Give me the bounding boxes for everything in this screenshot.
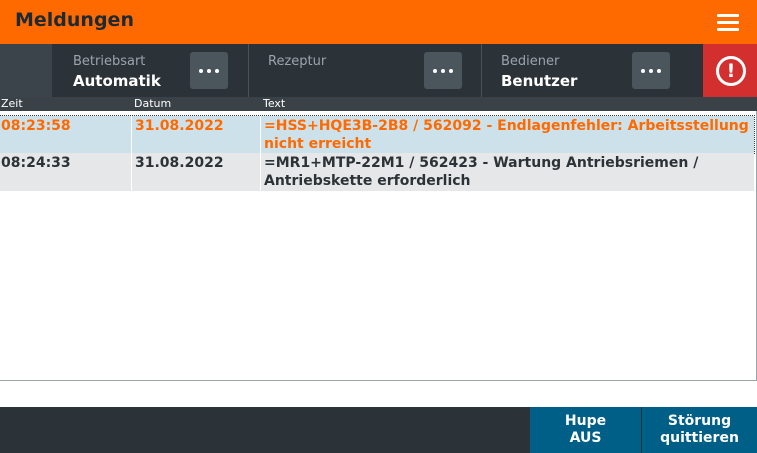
- bediener-more-button[interactable]: [632, 52, 670, 89]
- stoerung-quittieren-button[interactable]: Störung quittieren: [642, 407, 757, 453]
- cell-date: 31.08.2022: [131, 153, 260, 191]
- cell-text: =HSS+HQE3B-2B8 / 562092 - Endlagenfehler…: [260, 116, 754, 153]
- column-header-time: Zeit: [1, 97, 23, 110]
- bediener-section: Bediener Benutzer: [482, 44, 703, 97]
- cell-time: 08:24:33: [1, 155, 71, 171]
- table-header: Zeit Datum Text: [0, 97, 757, 111]
- table-row[interactable]: 08:24:33 31.08.2022 =MR1+MTP-22M1 / 5624…: [0, 153, 754, 191]
- rezeptur-section: Rezeptur: [249, 44, 481, 97]
- betriebsart-label: Betriebsart: [73, 54, 146, 69]
- title-bar: Meldungen: [0, 0, 757, 44]
- cell-date: 31.08.2022: [131, 116, 260, 153]
- column-header-text: Text: [263, 97, 286, 110]
- bottom-toolbar: Hupe AUS Störung quittieren: [0, 407, 757, 453]
- hamburger-icon[interactable]: [716, 12, 742, 32]
- stoerung-label-line1: Störung: [667, 413, 732, 429]
- page-title: Meldungen: [15, 9, 134, 31]
- column-header-date: Datum: [134, 97, 172, 110]
- cell-time: 08:23:58: [1, 118, 71, 134]
- bediener-label: Bediener: [501, 54, 560, 69]
- info-bar: Betriebsart Automatik Rezeptur Bediener …: [0, 44, 757, 97]
- betriebsart-value: Automatik: [73, 72, 161, 90]
- betriebsart-more-button[interactable]: [190, 52, 228, 89]
- stoerung-label-line2: quittieren: [660, 430, 739, 446]
- cell-text: =MR1+MTP-22M1 / 562423 - Wartung Antrieb…: [260, 153, 754, 191]
- table-row[interactable]: 08:23:58 31.08.2022 =HSS+HQE3B-2B8 / 562…: [0, 115, 755, 154]
- hupe-label-line2: AUS: [569, 430, 602, 446]
- bediener-value: Benutzer: [501, 72, 578, 90]
- alert-circle-icon: !: [716, 56, 746, 86]
- alarm-button[interactable]: !: [703, 44, 757, 97]
- rezeptur-label: Rezeptur: [268, 54, 327, 69]
- message-list[interactable]: 08:23:58 31.08.2022 =HSS+HQE3B-2B8 / 562…: [0, 111, 757, 381]
- rezeptur-more-button[interactable]: [424, 52, 462, 89]
- info-bar-left-pad: [0, 44, 52, 97]
- hupe-aus-button[interactable]: Hupe AUS: [530, 407, 641, 453]
- hupe-label-line1: Hupe: [564, 413, 607, 429]
- betriebsart-section: Betriebsart Automatik: [53, 44, 248, 97]
